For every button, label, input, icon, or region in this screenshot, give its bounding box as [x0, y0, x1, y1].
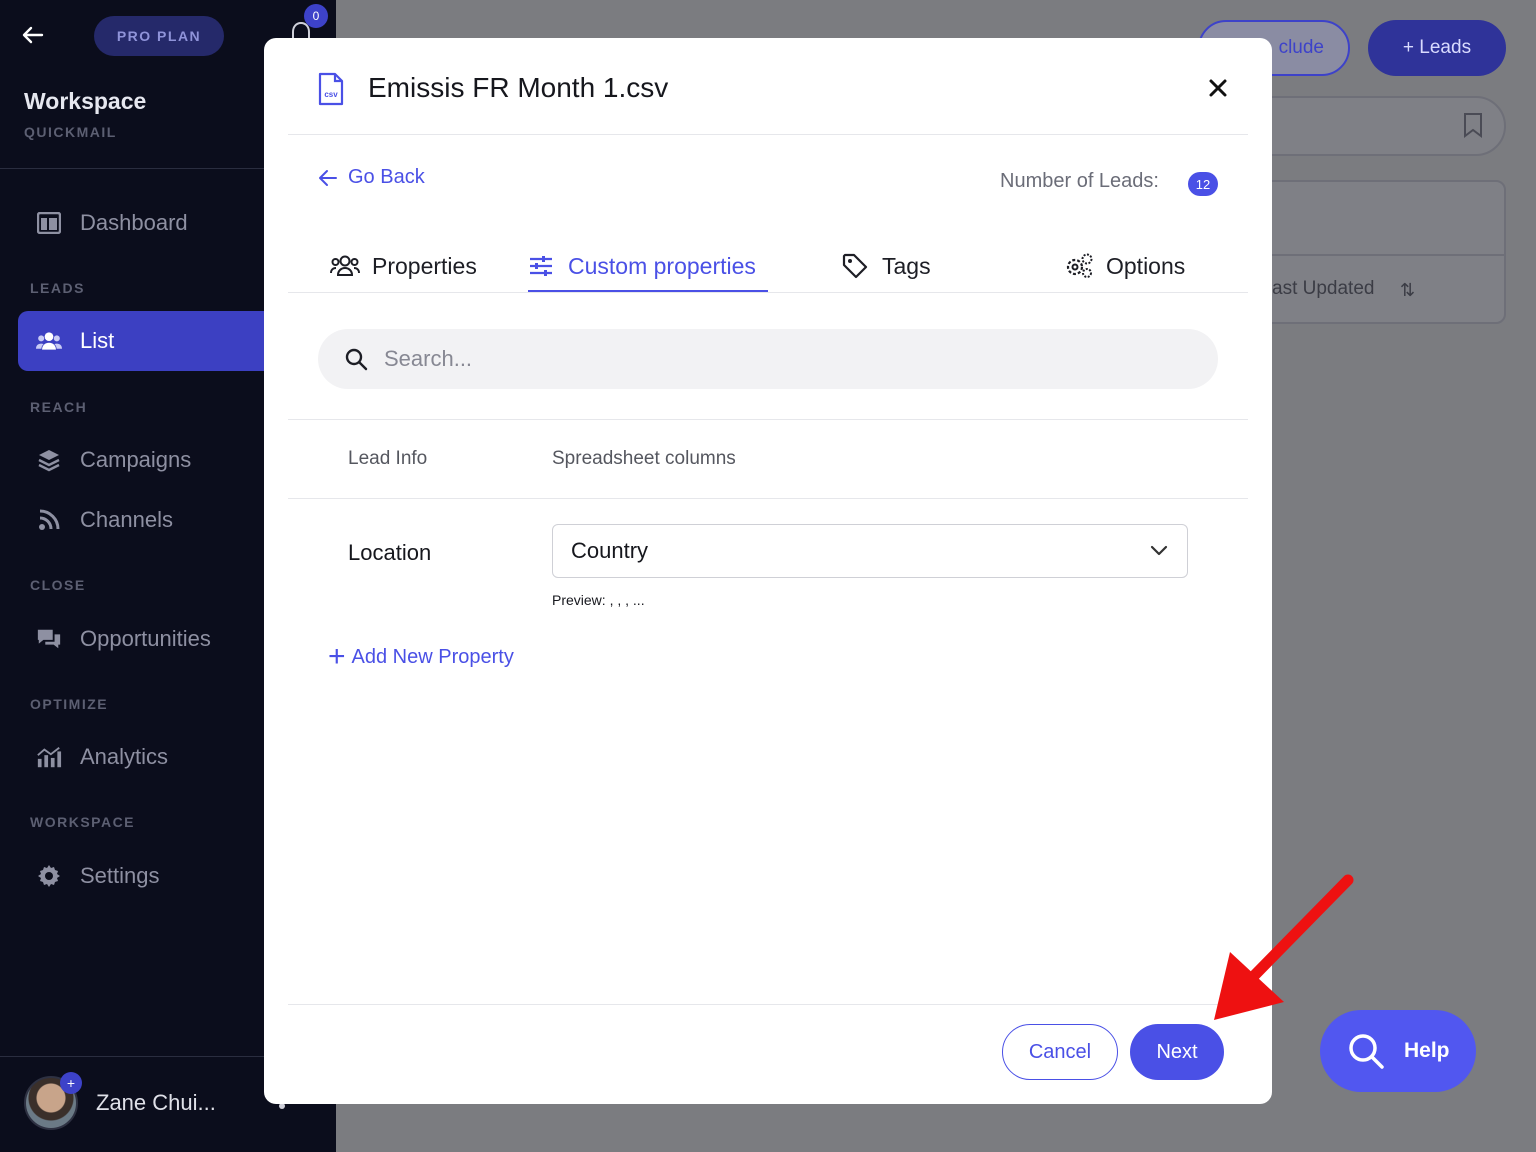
search-input[interactable]	[384, 346, 1184, 372]
header-row-divider	[288, 498, 1248, 499]
section-label-leads: LEADS	[30, 280, 85, 296]
import-modal: csv Emissis FR Month 1.csv Go Back Numbe…	[264, 38, 1272, 1104]
gear-icon	[36, 863, 62, 889]
tab-label: Custom properties	[568, 252, 756, 279]
go-back-label: Go Back	[348, 166, 425, 188]
sidebar-item-label: List	[80, 328, 115, 353]
column-header-lead-info: Lead Info	[348, 448, 428, 469]
footer-divider	[288, 1004, 1248, 1005]
number-of-leads-label: Number of Leads:	[1000, 170, 1159, 192]
section-label-close: CLOSE	[30, 577, 86, 593]
annotation-arrow-icon	[1214, 874, 1354, 1020]
tab-custom-properties[interactable]: Custom properties	[526, 238, 756, 294]
chat-icon	[36, 626, 62, 652]
pro-plan-badge[interactable]: PRO PLAN	[94, 16, 224, 56]
help-label: Help	[1404, 1039, 1450, 1062]
bookmark-icon	[1464, 113, 1482, 138]
sidebar-item-label: Analytics	[80, 744, 169, 769]
add-new-property-button[interactable]: + Add New Property	[328, 642, 514, 672]
column-preview: Preview: , , , ...	[552, 592, 645, 608]
tab-label: Options	[1106, 252, 1186, 279]
number-of-leads-badge: 12	[1188, 172, 1218, 196]
section-label-workspace: WORKSPACE	[30, 814, 136, 830]
sidebar-item-label: Opportunities	[80, 626, 211, 651]
search-divider	[288, 419, 1248, 420]
tabs-divider	[288, 292, 1248, 293]
add-new-property-label: Add New Property	[351, 645, 514, 668]
users-icon	[36, 328, 62, 354]
spreadsheet-column-select[interactable]: Country	[552, 524, 1188, 578]
search-icon	[345, 348, 368, 371]
sidebar-item-label: Dashboard	[80, 210, 188, 235]
modal-title: Emissis FR Month 1.csv	[368, 72, 669, 103]
arrow-left-icon	[319, 169, 337, 186]
search-field[interactable]	[318, 329, 1218, 389]
search-help-icon	[1349, 1034, 1384, 1069]
user-name[interactable]: Zane Chui...	[96, 1090, 216, 1116]
tab-options[interactable]: Options	[1064, 238, 1185, 294]
cogs-icon	[1064, 253, 1094, 279]
sidebar-item-label: Settings	[80, 863, 160, 888]
next-button[interactable]: Next	[1130, 1024, 1224, 1080]
select-value: Country	[571, 538, 649, 563]
cancel-button[interactable]: Cancel	[1002, 1024, 1118, 1080]
svg-text:csv: csv	[324, 90, 338, 99]
section-label-optimize: OPTIMIZE	[30, 696, 109, 712]
analytics-icon	[36, 744, 62, 770]
tab-label: Tags	[882, 252, 931, 279]
add-leads-button: + Leads	[1368, 20, 1506, 76]
csv-file-icon: csv	[318, 72, 344, 106]
sliders-icon	[526, 253, 556, 279]
people-icon	[330, 253, 360, 279]
sidebar-item-label: Campaigns	[80, 447, 192, 472]
avatar-plus-badge[interactable]: +	[60, 1072, 82, 1094]
workspace-title[interactable]: Workspace	[24, 88, 146, 115]
tab-tags[interactable]: Tags	[840, 238, 931, 294]
sort-icon: ⇅	[1400, 280, 1416, 300]
workspace-subtitle: QUICKMAIL	[24, 124, 117, 140]
tag-icon	[840, 253, 870, 279]
dashboard-icon	[36, 210, 62, 236]
section-label-reach: REACH	[30, 399, 88, 415]
layers-icon	[36, 447, 62, 473]
last-updated-column-header: ast Updated	[1272, 278, 1375, 299]
property-label-location: Location	[348, 540, 432, 565]
tab-properties[interactable]: Properties	[330, 238, 477, 294]
plus-icon: +	[328, 640, 346, 673]
tab-label: Properties	[372, 252, 477, 279]
sidebar-item-label: Channels	[80, 507, 173, 532]
column-header-spreadsheet: Spreadsheet columns	[552, 448, 736, 469]
modal-header-divider	[288, 134, 1248, 135]
rss-icon	[36, 507, 62, 533]
go-back-link[interactable]: Go Back	[318, 166, 425, 189]
close-icon[interactable]	[1206, 76, 1230, 100]
back-arrow-icon[interactable]	[20, 22, 46, 48]
notification-count-badge: 0	[304, 4, 328, 28]
chevron-down-icon	[1150, 545, 1168, 556]
